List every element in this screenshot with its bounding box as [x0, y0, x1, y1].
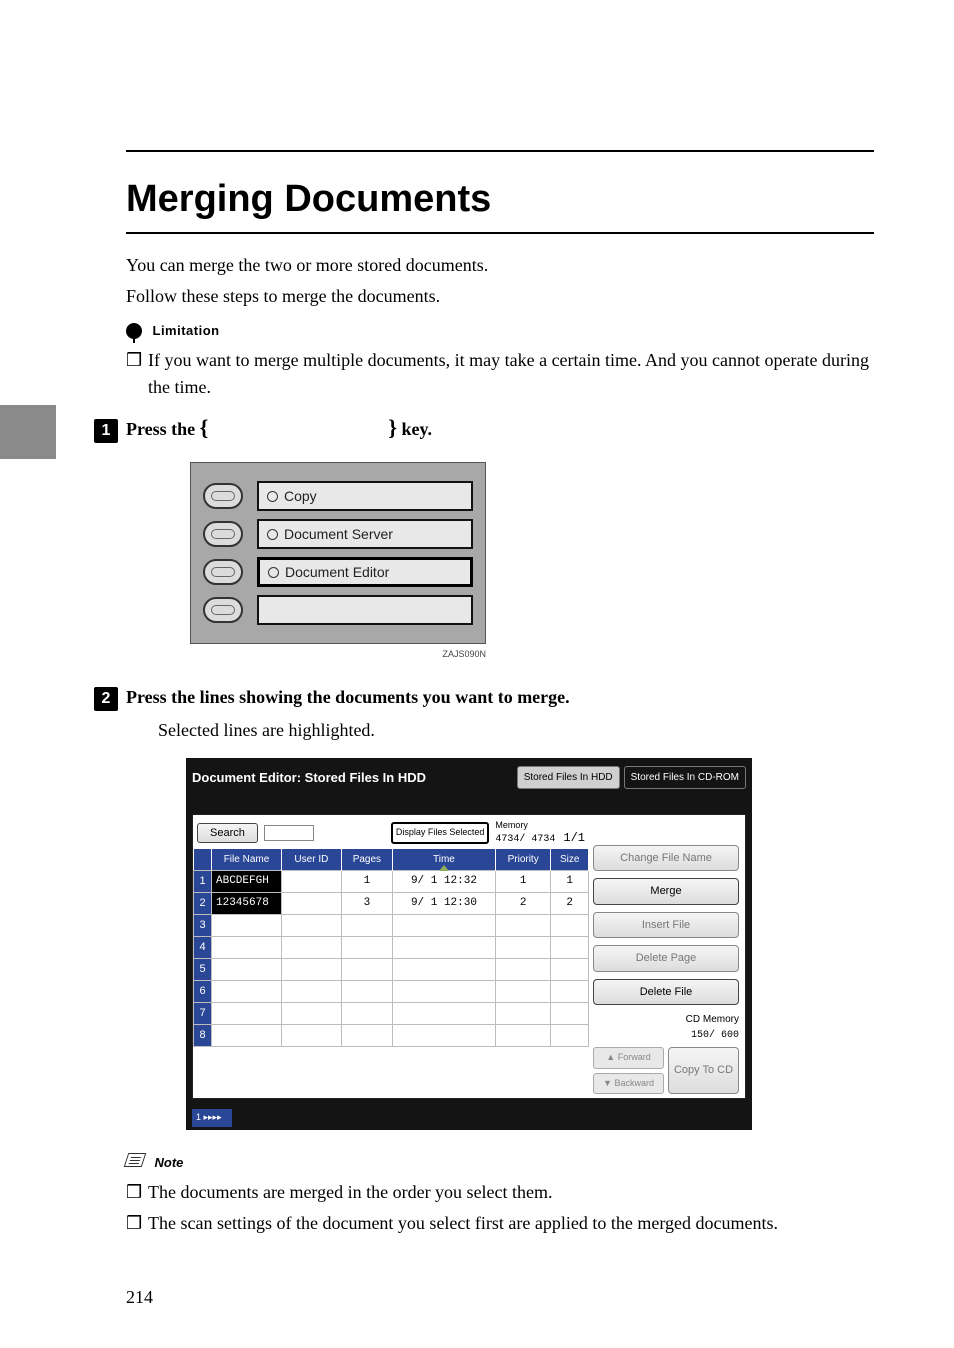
disc-bullet: ❒: [126, 1210, 148, 1237]
merge-button[interactable]: Merge: [593, 878, 739, 905]
step-2: 2 Press the lines showing the documents …: [94, 684, 874, 711]
table-row[interactable]: 3: [194, 915, 589, 937]
document-editor-label-button: Document Editor: [257, 557, 473, 587]
col-time-label: Time: [433, 854, 455, 865]
insert-file-button[interactable]: Insert File: [593, 912, 739, 939]
files-table: File Name User ID Pages Time Priority Si…: [193, 849, 589, 1047]
section-tab: [0, 405, 56, 459]
intro-1: You can merge the two or more stored doc…: [126, 252, 874, 279]
cd-memory-indicator: CD Memory 150/ 600: [593, 1012, 739, 1043]
note-heading: Note: [155, 1155, 184, 1170]
page-tab-1[interactable]: 1 ▸▸▸▸: [192, 1109, 232, 1127]
table-row[interactable]: 8: [194, 1025, 589, 1047]
panel-figure-code: ZAJS090N: [190, 648, 486, 662]
note-block: Note ❒ The documents are merged in the o…: [126, 1148, 874, 1237]
step-1-text: Press the {} key.: [126, 411, 432, 444]
step1-prefix: Press the: [126, 419, 200, 439]
memory-label: Memory: [495, 819, 555, 833]
disc-bullet: ❒: [126, 347, 148, 401]
step-2-number: 2: [102, 687, 111, 711]
led-icon: [268, 567, 279, 578]
note-text-1: The documents are merged in the order yo…: [148, 1179, 874, 1206]
step-1-number: 1: [102, 419, 111, 443]
blank-key[interactable]: [203, 597, 243, 623]
note-item-2: ❒ The scan settings of the document you …: [126, 1210, 874, 1237]
memory-indicator: Memory 4734/ 4734: [495, 819, 555, 848]
document-editor-key[interactable]: [203, 559, 243, 585]
display-files-selected-button[interactable]: Display Files Selected: [391, 822, 490, 844]
panel-row-doceditor: Document Editor: [203, 557, 473, 587]
blank-label-button: [257, 595, 473, 625]
table-row[interactable]: 6: [194, 981, 589, 1003]
cd-memory-value: 150/ 600: [691, 1030, 739, 1041]
panel-row-blank: [203, 595, 473, 625]
page-tab-label: 1: [196, 1112, 201, 1122]
copy-to-cd-button[interactable]: Copy To CD: [668, 1047, 739, 1094]
memory-values: 4734/ 4734: [495, 832, 555, 847]
page-tab-bar: 1 ▸▸▸▸: [192, 1101, 746, 1128]
backward-label: Backward: [614, 1078, 654, 1088]
screen-title: Document Editor: Stored Files In HDD: [192, 768, 513, 788]
backward-button[interactable]: ▼ Backward: [593, 1073, 664, 1095]
copy-key[interactable]: [203, 483, 243, 509]
col-pages[interactable]: Pages: [341, 849, 392, 871]
delete-page-button[interactable]: Delete Page: [593, 945, 739, 972]
limitation-heading: Limitation: [153, 323, 220, 338]
tab-stored-cdrom[interactable]: Stored Files In CD-ROM: [624, 766, 746, 789]
note-icon: [124, 1153, 147, 1167]
table-row[interactable]: 5: [194, 959, 589, 981]
table-row[interactable]: 21234567839/ 1 12:3022: [194, 893, 589, 915]
limitation-item: ❒ If you want to merge multiple document…: [126, 347, 874, 401]
page-number: 214: [126, 1287, 153, 1308]
step-1-number-icon: 1: [94, 419, 118, 443]
copy-label: Copy: [284, 486, 317, 507]
page-indicator: 1/1: [563, 829, 585, 847]
step-2-sub: Selected lines are highlighted.: [158, 717, 874, 744]
document-editor-screenshot: Document Editor: Stored Files In HDD Sto…: [186, 758, 752, 1131]
intro-2: Follow these steps to merge the document…: [126, 283, 874, 310]
note-item-1: ❒ The documents are merged in the order …: [126, 1179, 874, 1206]
document-server-key[interactable]: [203, 521, 243, 547]
table-row[interactable]: 7: [194, 1003, 589, 1025]
document-editor-label: Document Editor: [285, 562, 389, 583]
tab-stored-hdd[interactable]: Stored Files In HDD: [517, 766, 620, 789]
document-server-label-button: Document Server: [257, 519, 473, 549]
forward-button[interactable]: ▲ Forward: [593, 1047, 664, 1069]
limitation-icon: [126, 323, 142, 339]
panel-row-docserver: Document Server: [203, 519, 473, 549]
step-1: 1 Press the {} key.: [94, 411, 874, 444]
change-file-name-button[interactable]: Change File Name: [593, 845, 739, 872]
col-userid[interactable]: User ID: [282, 849, 342, 871]
search-field[interactable]: [264, 825, 314, 841]
forward-label: Forward: [618, 1052, 651, 1062]
disc-bullet: ❒: [126, 1179, 148, 1206]
cd-memory-label: CD Memory: [686, 1014, 739, 1025]
limitation-heading-row: Limitation: [126, 316, 874, 343]
search-button[interactable]: Search: [197, 823, 258, 844]
step1-suffix: key.: [397, 419, 432, 439]
delete-file-button[interactable]: Delete File: [593, 979, 739, 1006]
page-title: Merging Documents: [126, 178, 491, 221]
rule-under-title: [126, 232, 874, 234]
note-heading-row: Note: [126, 1148, 874, 1175]
col-priority[interactable]: Priority: [495, 849, 550, 871]
note-text-2: The scan settings of the document you se…: [148, 1210, 874, 1237]
panel-row-copy: Copy: [203, 481, 473, 511]
col-time[interactable]: Time: [392, 849, 495, 871]
copy-label-button: Copy: [257, 481, 473, 511]
step-2-number-icon: 2: [94, 687, 118, 711]
control-panel-illustration: Copy Document Server Document Editor ZAJ…: [190, 462, 486, 662]
document-server-label: Document Server: [284, 524, 393, 545]
led-icon: [267, 491, 278, 502]
table-row[interactable]: 4: [194, 937, 589, 959]
col-filename[interactable]: File Name: [212, 849, 282, 871]
step-2-text: Press the lines showing the documents yo…: [126, 684, 570, 711]
led-icon: [267, 529, 278, 540]
col-size[interactable]: Size: [551, 849, 589, 871]
rule-top: [126, 150, 874, 152]
sort-arrow-icon: [439, 865, 449, 871]
limitation-text: If you want to merge multiple documents,…: [148, 347, 874, 401]
table-row[interactable]: 1ABCDEFGH19/ 1 12:3211: [194, 871, 589, 893]
